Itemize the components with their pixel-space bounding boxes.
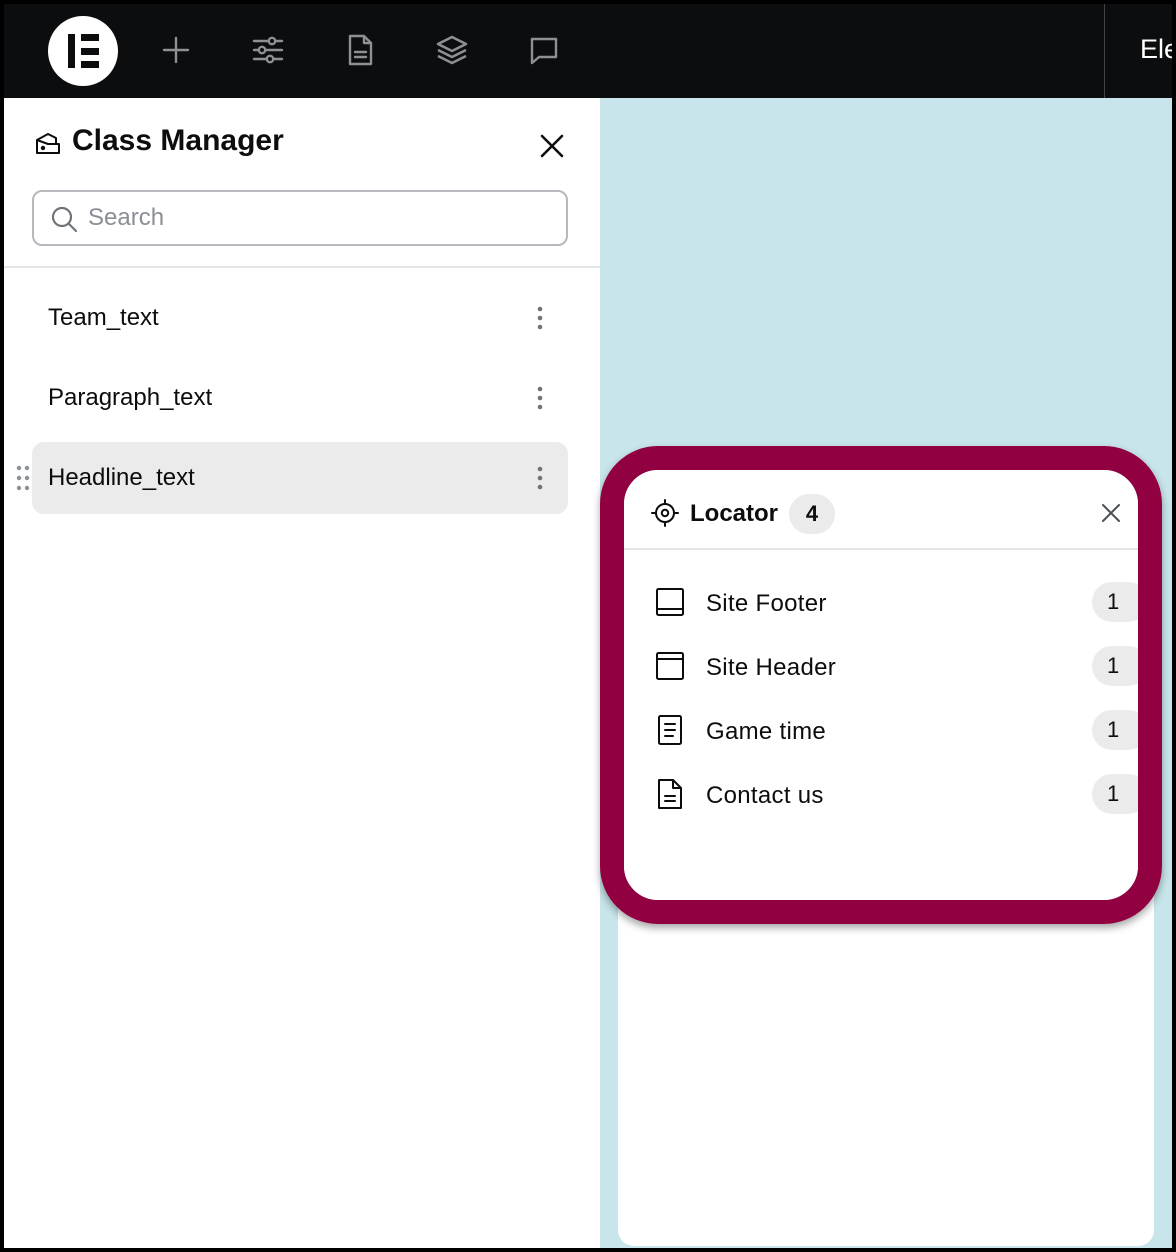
canvas-preview-card (618, 874, 1154, 1246)
more-options-icon[interactable] (528, 302, 552, 334)
locator-item-label: Site Header (706, 654, 837, 681)
header-icon (654, 650, 686, 682)
locator-item-count: 1 (1092, 710, 1138, 750)
locator-item-label: Contact us (706, 782, 824, 809)
more-options-icon[interactable] (528, 462, 552, 494)
comment-icon[interactable] (526, 32, 562, 68)
panel-title: Class Manager (72, 124, 284, 157)
search-icon (50, 205, 78, 233)
class-manager-icon (34, 131, 62, 159)
add-icon[interactable] (158, 32, 194, 68)
class-item-label: Team_text (48, 304, 159, 331)
class-item-headline-text[interactable]: Headline_text (32, 442, 568, 514)
search-input[interactable] (88, 200, 548, 236)
post-icon (654, 714, 686, 746)
locator-item-contact-us[interactable]: Contact us 1 (624, 766, 1138, 822)
locator-item-site-header[interactable]: Site Header 1 (624, 638, 1138, 694)
locator-item-count: 1 (1092, 582, 1138, 622)
locator-popover: Locator 4 Site Footer 1 Site Header 1 Ga… (624, 470, 1138, 900)
locator-item-label: Site Footer (706, 590, 827, 617)
class-item-team-text[interactable]: Team_text (32, 282, 568, 354)
topbar-divider (1104, 4, 1105, 98)
page-icon[interactable] (342, 32, 378, 68)
locator-item-label: Game time (706, 718, 827, 745)
topbar-title: Ele (1140, 34, 1172, 64)
settings-sliders-icon[interactable] (250, 32, 286, 68)
locator-count-badge: 4 (789, 494, 835, 534)
page-icon (654, 778, 686, 810)
locator-item-count: 1 (1092, 646, 1138, 686)
footer-icon (654, 586, 686, 618)
close-icon[interactable] (536, 130, 568, 162)
locator-item-site-footer[interactable]: Site Footer 1 (624, 574, 1138, 630)
search-field[interactable] (32, 190, 568, 246)
locator-item-game-time[interactable]: Game time 1 (624, 702, 1138, 758)
locator-header: Locator 4 (624, 470, 1138, 550)
panel-header: Class Manager (4, 98, 600, 188)
class-item-label: Headline_text (48, 464, 195, 491)
locator-divider (624, 548, 1138, 550)
app-frame: Ele Class Manager Search Team_text Parag… (4, 4, 1172, 1248)
class-manager-panel: Class Manager Team_text Paragraph_text (4, 98, 600, 1248)
more-options-icon[interactable] (528, 382, 552, 414)
layers-icon[interactable] (434, 32, 470, 68)
locator-item-count: 1 (1092, 774, 1138, 814)
class-item-paragraph-text[interactable]: Paragraph_text (32, 362, 568, 434)
drag-handle-icon[interactable] (16, 464, 30, 492)
close-icon[interactable] (1100, 502, 1122, 524)
target-icon (650, 498, 680, 528)
locator-title: Locator (690, 500, 779, 527)
class-item-label: Paragraph_text (48, 384, 213, 411)
elementor-logo-icon[interactable] (48, 16, 118, 86)
top-bar: Ele (4, 4, 1172, 98)
panel-divider (4, 266, 600, 268)
